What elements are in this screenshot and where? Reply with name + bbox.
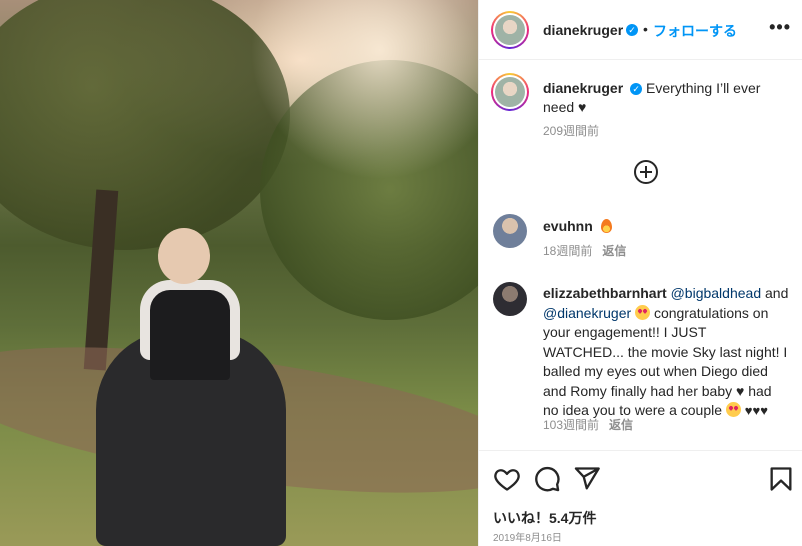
comment-meta: 103週間前 返信 [543,416,633,433]
add-comment-icon[interactable] [634,160,658,184]
post-photo[interactable] [0,0,478,546]
more-options-icon[interactable]: ••• [769,18,791,36]
author-avatar[interactable] [491,11,529,49]
comment-username[interactable]: evuhnn [543,218,593,234]
photo-tree-foliage [0,0,290,250]
verified-badge-icon: ✓ [626,24,638,36]
post-date[interactable]: 2019年8月16日 [493,529,562,544]
paper-plane-icon[interactable] [573,465,601,493]
comment-meta: 18週間前 返信 [543,242,626,259]
post-side-panel: dianekruger ✓ • フォローする ••• dianekruger ✓ … [478,0,802,546]
caption-username[interactable]: dianekruger [543,80,623,96]
caption-timestamp[interactable]: 209週間前 [543,122,599,139]
bookmark-icon[interactable] [767,465,795,493]
comment-body: congratulations on your engagement!! I J… [543,304,788,419]
fire-emoji-icon [600,219,612,233]
verified-badge-icon: ✓ [630,83,643,96]
reply-button[interactable]: 返信 [602,244,626,258]
follow-button[interactable]: フォローする [653,21,737,41]
comment-bubble-icon[interactable] [533,465,561,493]
comment-item: elizzabethbarnhart @bigbaldhead and @dia… [543,284,789,421]
likes-count[interactable]: いいね！5.4万件 [493,508,596,528]
hearts-text: ♥♥♥ [744,403,768,418]
comment-timestamp[interactable]: 103週間前 [543,418,599,432]
post-actions-bar: いいね！5.4万件 2019年8月16日 [479,450,802,546]
photo-baby-carrier [150,290,230,380]
heart-eyes-emoji-icon [635,304,651,320]
comment-username[interactable]: elizzabethbarnhart [543,285,667,301]
comment-mention[interactable]: @bigbaldhead [671,285,762,301]
comment-item: evuhnn [543,217,789,237]
comment-avatar[interactable] [493,282,527,316]
reply-button[interactable]: 返信 [609,418,633,432]
author-username[interactable]: dianekruger [543,22,623,38]
caption-avatar[interactable] [491,73,529,111]
separator-dot: • [643,21,648,37]
caption-text: dianekruger ✓ Everything I’ll ever need ♥ [543,79,783,117]
comment-avatar[interactable] [493,214,527,248]
photo-baby-head [158,228,210,284]
post-header: dianekruger ✓ • フォローする ••• [479,0,802,60]
heart-eyes-emoji-icon [725,402,741,417]
heart-icon[interactable] [493,465,521,493]
comment-timestamp[interactable]: 18週間前 [543,244,592,258]
comment-mention[interactable]: @dianekruger [543,305,631,321]
comment-connector: and [765,285,789,301]
